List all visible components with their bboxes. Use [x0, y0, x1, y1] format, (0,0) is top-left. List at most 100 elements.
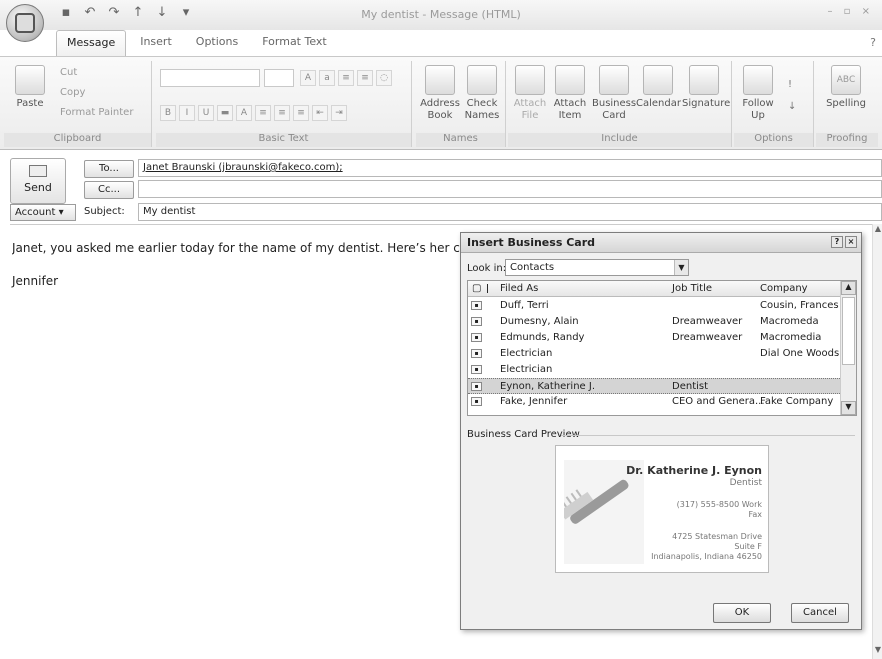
tab-format-text[interactable]: Format Text [252, 30, 337, 56]
check-names-button[interactable]: Check Names [460, 65, 504, 122]
business-card-icon [599, 65, 629, 95]
numbering-icon[interactable]: ≡ [357, 70, 373, 86]
office-logo-icon [15, 13, 35, 33]
attach-file-button[interactable]: Attach File [508, 65, 552, 122]
signature-text[interactable]: Jennifer [12, 274, 58, 288]
contact-row[interactable]: ▪ Fake, Jennifer CEO and Genera... Fake Com… [468, 394, 842, 410]
list-scroll-down-icon[interactable]: ▼ [841, 401, 856, 415]
contact-row[interactable]: ▪ Eynon, Katherine J. Dentist [468, 378, 842, 394]
highlight-icon[interactable]: ▬ [217, 105, 233, 121]
font-name-box[interactable] [160, 69, 260, 87]
copy-button[interactable]: Copy [60, 87, 85, 98]
clear-format-icon[interactable]: ◌ [376, 70, 392, 86]
column-job-title[interactable]: Job Title [672, 283, 712, 294]
address-book-icon [425, 65, 455, 95]
cc-button[interactable]: Cc... [84, 181, 134, 199]
attachment-column-icon[interactable]: ǀ [486, 283, 489, 294]
column-filed-as[interactable]: Filed As [500, 283, 538, 294]
body-text[interactable]: Janet, you asked me earlier today for th… [12, 241, 460, 255]
contacts-list[interactable]: ▢ ǀ Filed As Job Title Company ▪ Duff, Te… [467, 280, 857, 416]
row-filed-as: Fake, Jennifer [500, 396, 568, 407]
preview-divider [561, 435, 855, 436]
ribbon-tabs: Message Insert Options Format Text [56, 30, 337, 56]
follow-up-button[interactable]: Follow Up [736, 65, 780, 122]
contact-row[interactable]: ▪ Electrician [468, 362, 842, 378]
list-scroll-thumb[interactable] [842, 297, 855, 365]
list-scroll-up-icon[interactable]: ▲ [841, 281, 856, 295]
format-painter-button[interactable]: Format Painter [60, 107, 133, 118]
attach-item-button[interactable]: Attach Item [548, 65, 592, 122]
align-left-icon[interactable]: ≡ [255, 105, 271, 121]
align-right-icon[interactable]: ≡ [293, 105, 309, 121]
contact-row[interactable]: ▪ Dumesny, Alain Dreamweaver Macromeda [468, 314, 842, 330]
business-card-button[interactable]: Business Card [592, 65, 636, 122]
center-icon[interactable]: ≡ [274, 105, 290, 121]
send-button[interactable]: Send [10, 158, 66, 204]
to-recipient[interactable]: Janet Braunski (jbraunski@fakeco.com); [143, 162, 343, 173]
contact-row[interactable]: ▪ Electrician Dial One Woods... [468, 346, 849, 362]
row-company: Dial One Woods... [760, 348, 849, 359]
account-button[interactable]: Account ▾ [10, 204, 76, 221]
font-color-icon[interactable]: A [236, 105, 252, 121]
calendar-button[interactable]: Calendar [636, 65, 681, 110]
contact-row[interactable]: ▪ Edmunds, Randy Dreamweaver Macromedia [468, 330, 842, 346]
row-company: Cousin, Frances ... [760, 300, 852, 311]
contact-card-icon: ▪ [471, 382, 482, 391]
tab-insert[interactable]: Insert [130, 30, 182, 56]
cancel-button[interactable]: Cancel [791, 603, 849, 623]
tab-options[interactable]: Options [186, 30, 248, 56]
look-in-select[interactable]: Contacts ▼ [505, 259, 689, 276]
subject-field[interactable]: My dentist [138, 203, 882, 221]
subject-label: Subject: [84, 206, 125, 217]
cc-field[interactable] [138, 180, 882, 198]
low-importance-icon[interactable]: ↓ [788, 101, 796, 112]
names-label: Names [416, 133, 505, 147]
cut-button[interactable]: Cut [60, 67, 77, 78]
office-button[interactable] [6, 4, 44, 42]
paste-icon [15, 65, 45, 95]
card-suite: Suite F [734, 542, 762, 551]
scroll-up-icon[interactable]: ▲ [873, 224, 882, 236]
ok-button[interactable]: OK [713, 603, 771, 623]
format-row: B I U ▬ A ≡ ≡ ≡ ⇤ ⇥ [160, 105, 347, 121]
scroll-down-icon[interactable]: ▼ [873, 645, 882, 657]
paste-button[interactable]: Paste [8, 65, 52, 110]
calendar-icon [643, 65, 673, 95]
tab-message[interactable]: Message [56, 30, 127, 56]
send-icon [29, 165, 47, 177]
font-size-box[interactable] [264, 69, 294, 87]
bullets-icon[interactable]: ≡ [338, 70, 354, 86]
shrink-font-icon[interactable]: a [319, 70, 335, 86]
card-title: Dentist [729, 478, 762, 488]
bold-icon[interactable]: B [160, 105, 176, 121]
increase-indent-icon[interactable]: ⇥ [331, 105, 347, 121]
to-button[interactable]: To... [84, 160, 134, 178]
signature-icon [689, 65, 719, 95]
importance-icon[interactable]: ! [788, 79, 792, 90]
row-company: Macromedia [760, 332, 822, 343]
underline-icon[interactable]: U [198, 105, 214, 121]
body-scrollbar[interactable]: ▲ ▼ [872, 224, 882, 659]
insert-business-card-dialog: Insert Business Card ? × Look in: Contac… [460, 232, 862, 630]
business-card-preview: Dr. Katherine J. Eynon Dentist (317) 555… [555, 445, 769, 573]
grow-font-icon[interactable]: A [300, 70, 316, 86]
contact-row[interactable]: ▪ Duff, Terri Cousin, Frances ... [468, 298, 851, 314]
address-book-button[interactable]: Address Book [418, 65, 462, 122]
options-label: Options [734, 133, 813, 147]
help-icon[interactable]: ? [870, 36, 876, 49]
chevron-down-icon[interactable]: ▼ [674, 260, 688, 275]
proofing-label: Proofing [816, 133, 878, 147]
signature-button[interactable]: Signature [682, 65, 730, 110]
list-scrollbar[interactable]: ▲ ▼ [840, 281, 856, 415]
window-controls[interactable]: – ▫ × [827, 6, 874, 17]
decrease-indent-icon[interactable]: ⇤ [312, 105, 328, 121]
help-question-icon[interactable]: ? [831, 236, 843, 248]
row-filed-as: Electrician [500, 364, 553, 375]
to-field[interactable]: Janet Braunski (jbraunski@fakeco.com); [138, 159, 882, 177]
icon-column-icon[interactable]: ▢ [472, 283, 481, 294]
close-icon[interactable]: × [845, 236, 857, 248]
column-company[interactable]: Company [760, 283, 808, 294]
italic-icon[interactable]: I [179, 105, 195, 121]
contact-card-icon: ▪ [471, 317, 482, 326]
spelling-button[interactable]: ABC Spelling [824, 65, 868, 110]
